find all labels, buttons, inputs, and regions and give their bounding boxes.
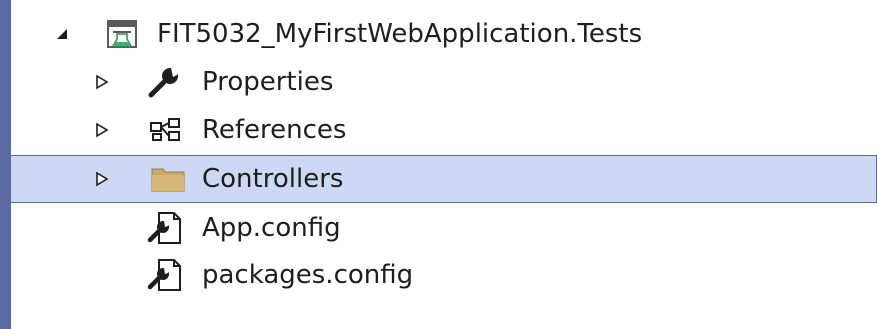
solution-explorer-tree: FIT5032_MyFirstWebApplication.Tests Prop… — [0, 0, 877, 329]
collapsed-triangle-icon[interactable] — [95, 74, 109, 90]
tree-node-project[interactable]: FIT5032_MyFirstWebApplication.Tests — [11, 10, 877, 58]
folder-icon — [151, 168, 185, 192]
pane-left-border — [0, 0, 11, 329]
tree-node-packages-config[interactable]: packages.config — [11, 251, 877, 299]
tree-item-label: packages.config — [202, 260, 414, 290]
collapsed-triangle-icon[interactable] — [95, 122, 109, 138]
tree-node-controllers[interactable]: Controllers — [11, 155, 877, 203]
tree-node-properties[interactable]: Properties — [11, 58, 877, 106]
collapsed-triangle-icon[interactable] — [95, 171, 109, 187]
project-label: FIT5032_MyFirstWebApplication.Tests — [157, 19, 643, 49]
references-icon — [150, 118, 180, 141]
tree-item-label: Controllers — [202, 164, 344, 194]
tree-item-label: References — [202, 115, 347, 145]
tree-item-label: Properties — [202, 67, 334, 97]
expanded-triangle-icon[interactable] — [55, 27, 69, 41]
config-file-icon — [147, 212, 181, 244]
test-project-icon — [107, 20, 137, 48]
config-file-icon — [147, 259, 181, 291]
tree-node-app-config[interactable]: App.config — [11, 204, 877, 252]
wrench-icon — [148, 68, 179, 98]
tree-item-label: App.config — [202, 213, 341, 243]
tree-node-references[interactable]: References — [11, 106, 877, 154]
